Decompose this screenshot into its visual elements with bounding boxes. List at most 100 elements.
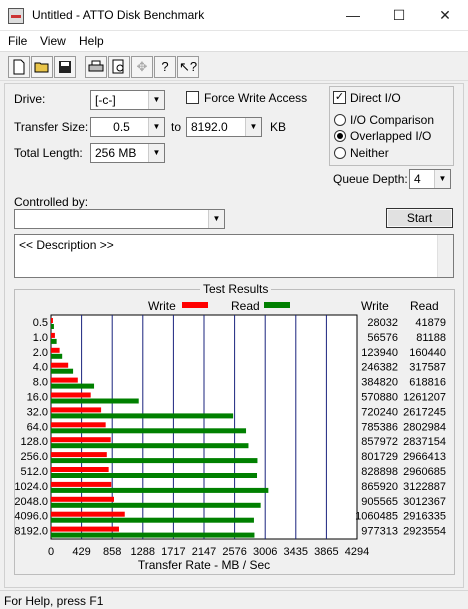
new-file-icon[interactable]: [8, 56, 30, 78]
x-tick-label: 429: [72, 546, 90, 558]
write-value: 28032: [367, 317, 398, 329]
legend-write-swatch: [182, 302, 208, 308]
window-title: Untitled - ATTO Disk Benchmark: [32, 8, 205, 22]
write-value: 123940: [361, 347, 398, 359]
close-button[interactable]: ✕: [422, 0, 468, 31]
chevron-down-icon: ▼: [245, 118, 261, 136]
read-value: 2923554: [403, 526, 446, 538]
chevron-down-icon: ▼: [208, 210, 224, 228]
write-value: 785386: [361, 421, 398, 433]
category-label: 0.5: [33, 317, 48, 329]
category-label: 256.0: [20, 451, 48, 463]
read-value: 2960685: [403, 466, 446, 478]
transfer-to-select[interactable]: 8192.0 ▼: [186, 117, 262, 137]
transfer-size-label: Transfer Size:: [14, 120, 89, 134]
x-tick-label: 1717: [161, 546, 185, 558]
force-write-label: Force Write Access: [204, 91, 308, 105]
read-column-header: Read: [410, 299, 439, 313]
read-bar: [51, 338, 57, 344]
category-label: 1024.0: [14, 481, 48, 493]
overlapped-io-radio[interactable]: [334, 130, 346, 142]
read-bar: [51, 353, 63, 359]
read-value: 1261207: [403, 392, 446, 404]
direct-io-label: Direct I/O: [350, 91, 403, 105]
neither-label: Neither: [350, 146, 389, 160]
transfer-from-value: 0.5: [113, 120, 130, 134]
status-text: For Help, press F1: [4, 594, 104, 608]
drive-label: Drive:: [14, 92, 46, 106]
help-icon[interactable]: ?: [154, 56, 176, 78]
x-tick-label: 3006: [253, 546, 277, 558]
total-length-select[interactable]: 256 MB ▼: [90, 143, 165, 163]
app-icon: [8, 8, 24, 24]
x-axis-label: Transfer Rate - MB / Sec: [138, 558, 270, 572]
drive-select[interactable]: [-c-] ▼: [90, 90, 165, 110]
read-value: 2916335: [403, 511, 446, 523]
read-value: 160440: [409, 347, 446, 359]
chevron-down-icon: ▼: [434, 170, 450, 188]
print-preview-icon[interactable]: [108, 56, 130, 78]
menu-file[interactable]: File: [8, 34, 27, 48]
legend-write-label: Write: [148, 299, 176, 313]
category-label: 4.0: [33, 362, 48, 374]
description-text: << Description >>: [19, 238, 114, 252]
write-value: 828898: [361, 466, 398, 478]
x-tick-label: 0: [48, 546, 54, 558]
category-label: 2.0: [33, 347, 48, 359]
write-value: 857972: [361, 436, 398, 448]
print-icon[interactable]: [85, 56, 107, 78]
chevron-down-icon: ▼: [148, 144, 164, 162]
neither-radio[interactable]: [334, 147, 346, 159]
x-tick-label: 1288: [131, 546, 155, 558]
write-bar: [51, 467, 109, 472]
io-comparison-label: I/O Comparison: [350, 113, 435, 127]
queue-depth-value: 4: [414, 172, 421, 186]
force-write-checkbox[interactable]: [186, 91, 199, 104]
chevron-down-icon: ▼: [148, 91, 164, 109]
menu-help[interactable]: Help: [79, 34, 104, 48]
overlapped-io-label: Overlapped I/O: [350, 129, 432, 143]
write-column-header: Write: [361, 299, 389, 313]
direct-io-checkbox[interactable]: ✓: [333, 91, 346, 104]
write-value: 865920: [361, 481, 398, 493]
write-bar: [51, 526, 119, 532]
transfer-from-select[interactable]: 0.5 ▼: [90, 117, 165, 137]
read-value: 2802984: [403, 421, 446, 433]
title-bar: Untitled - ATTO Disk Benchmark — ☐ ✕: [0, 0, 468, 31]
write-bar: [51, 318, 53, 323]
maximize-button[interactable]: ☐: [376, 0, 422, 31]
write-value: 246382: [361, 362, 398, 374]
start-button[interactable]: Start: [386, 208, 453, 228]
description-textarea[interactable]: << Description >>: [14, 234, 454, 278]
write-bar: [51, 362, 69, 368]
minimize-button[interactable]: —: [330, 0, 376, 31]
write-value: 801729: [361, 451, 398, 463]
read-bar: [51, 398, 139, 404]
write-bar: [51, 437, 111, 443]
read-bar: [51, 502, 261, 508]
controlled-by-select[interactable]: ▼: [14, 209, 225, 229]
description-scrollbar[interactable]: [437, 235, 453, 277]
move-icon[interactable]: ✥: [131, 56, 153, 78]
io-comparison-radio[interactable]: [334, 114, 346, 126]
read-bar: [51, 473, 258, 478]
read-value: 317587: [409, 362, 446, 374]
queue-depth-select[interactable]: 4 ▼: [409, 169, 451, 189]
open-folder-icon[interactable]: [31, 56, 53, 78]
write-value: 720240: [361, 406, 398, 418]
context-help-icon[interactable]: ↖?: [177, 56, 199, 78]
write-value: 977313: [361, 526, 398, 538]
write-value: 384820: [361, 377, 398, 389]
menu-view[interactable]: View: [40, 34, 66, 48]
read-bar: [51, 324, 54, 329]
queue-depth-label: Queue Depth:: [333, 172, 408, 186]
category-label: 8.0: [33, 377, 48, 389]
controlled-by-label: Controlled by:: [14, 195, 89, 209]
to-label: to: [171, 120, 182, 134]
read-value: 618816: [409, 377, 446, 389]
save-icon[interactable]: [54, 56, 76, 78]
total-length-value: 256 MB: [95, 146, 137, 160]
x-tick-label: 2147: [192, 546, 216, 558]
results-chart: Write Read Write Read 0 429 858 1288 1717 214…: [14, 299, 446, 572]
legend-read-label: Read: [231, 299, 260, 313]
